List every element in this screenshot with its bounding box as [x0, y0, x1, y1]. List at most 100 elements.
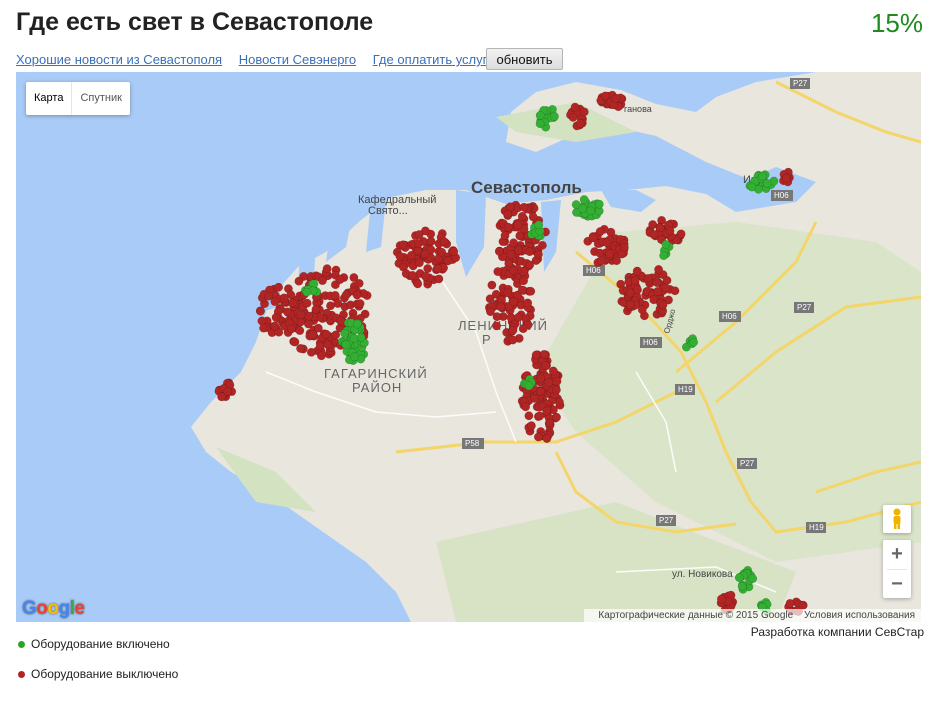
- marker-off[interactable]: [296, 344, 306, 353]
- marker-off[interactable]: [336, 316, 345, 326]
- marker-off[interactable]: [655, 223, 665, 233]
- marker-on[interactable]: [748, 574, 758, 584]
- marker-on[interactable]: [535, 119, 545, 129]
- marker-off[interactable]: [632, 266, 642, 276]
- marker-on[interactable]: [549, 111, 559, 121]
- marker-off[interactable]: [625, 300, 635, 310]
- marker-off[interactable]: [503, 288, 513, 298]
- marker-off[interactable]: [304, 311, 314, 321]
- marker-off[interactable]: [308, 330, 318, 340]
- marker-off[interactable]: [494, 246, 504, 256]
- marker-off[interactable]: [493, 267, 503, 277]
- marker-on[interactable]: [737, 582, 747, 591]
- marker-off[interactable]: [625, 288, 635, 298]
- marker-off[interactable]: [223, 387, 233, 396]
- marker-off[interactable]: [395, 251, 405, 261]
- marker-off[interactable]: [423, 264, 433, 274]
- marker-off[interactable]: [781, 173, 791, 183]
- marker-off[interactable]: [414, 258, 424, 268]
- map-type-satellite-button[interactable]: Спутник: [72, 82, 129, 115]
- marker-off[interactable]: [437, 247, 447, 257]
- marker-off[interactable]: [318, 276, 327, 286]
- marker-off[interactable]: [492, 321, 502, 331]
- marker-off[interactable]: [600, 91, 610, 101]
- marker-off[interactable]: [649, 230, 659, 240]
- marker-on[interactable]: [747, 182, 757, 192]
- marker-off[interactable]: [433, 264, 443, 274]
- marker-off[interactable]: [331, 330, 341, 340]
- marker-off[interactable]: [548, 366, 558, 376]
- marker-off[interactable]: [662, 275, 672, 285]
- marker-off[interactable]: [264, 291, 274, 301]
- marker-off[interactable]: [503, 209, 513, 219]
- link-payment[interactable]: Где оплатить услуги: [373, 52, 495, 67]
- marker-off[interactable]: [595, 227, 605, 237]
- marker-off[interactable]: [434, 274, 444, 284]
- marker-off[interactable]: [352, 290, 362, 300]
- marker-off[interactable]: [533, 432, 543, 442]
- marker-off[interactable]: [525, 260, 535, 270]
- marker-on[interactable]: [594, 199, 604, 209]
- marker-off[interactable]: [408, 270, 418, 280]
- marker-off[interactable]: [654, 265, 664, 274]
- marker-on[interactable]: [579, 195, 589, 205]
- marker-off[interactable]: [354, 278, 364, 288]
- marker-off[interactable]: [509, 297, 519, 307]
- marker-off[interactable]: [274, 282, 284, 292]
- marker-off[interactable]: [525, 247, 535, 257]
- marker-off[interactable]: [785, 598, 795, 608]
- marker-off[interactable]: [279, 293, 289, 303]
- street-view-pegman[interactable]: [883, 505, 911, 533]
- marker-off[interactable]: [500, 231, 510, 241]
- marker-off[interactable]: [341, 290, 351, 300]
- marker-off[interactable]: [534, 249, 543, 259]
- marker-on[interactable]: [524, 381, 534, 391]
- marker-off[interactable]: [496, 302, 506, 312]
- marker-off[interactable]: [716, 594, 726, 604]
- marker-on[interactable]: [758, 171, 768, 181]
- marker-on[interactable]: [578, 204, 588, 214]
- marker-off[interactable]: [486, 307, 495, 317]
- marker-off[interactable]: [355, 299, 365, 309]
- marker-off[interactable]: [296, 310, 306, 320]
- marker-off[interactable]: [653, 286, 663, 296]
- marker-off[interactable]: [503, 222, 513, 232]
- marker-off[interactable]: [414, 239, 423, 248]
- marker-off[interactable]: [508, 265, 518, 275]
- marker-off[interactable]: [526, 421, 536, 431]
- marker-on[interactable]: [586, 206, 595, 216]
- marker-off[interactable]: [330, 290, 340, 300]
- refresh-button[interactable]: обновить: [486, 48, 563, 70]
- marker-off[interactable]: [619, 242, 629, 252]
- marker-off[interactable]: [521, 402, 531, 412]
- marker-off[interactable]: [575, 119, 585, 128]
- marker-off[interactable]: [643, 273, 653, 283]
- marker-off[interactable]: [506, 249, 516, 259]
- marker-off[interactable]: [539, 349, 549, 359]
- marker-off[interactable]: [487, 280, 497, 290]
- marker-on[interactable]: [302, 287, 312, 297]
- marker-off[interactable]: [670, 286, 680, 296]
- marker-off[interactable]: [633, 285, 642, 295]
- terms-link[interactable]: Условия использования: [804, 610, 915, 621]
- marker-off[interactable]: [335, 275, 345, 285]
- marker-on[interactable]: [659, 251, 669, 261]
- zoom-out-button[interactable]: −: [883, 570, 911, 599]
- marker-off[interactable]: [302, 298, 312, 308]
- marker-off[interactable]: [316, 351, 326, 361]
- marker-off[interactable]: [398, 240, 408, 250]
- marker-on[interactable]: [356, 332, 366, 342]
- map-type-map-button[interactable]: Карта: [26, 82, 73, 115]
- marker-off[interactable]: [552, 412, 561, 422]
- marker-off[interactable]: [420, 249, 430, 259]
- marker-off[interactable]: [426, 236, 436, 246]
- marker-on[interactable]: [350, 352, 359, 362]
- marker-on[interactable]: [340, 328, 350, 338]
- marker-off[interactable]: [508, 325, 518, 335]
- marker-off[interactable]: [306, 347, 316, 357]
- marker-on[interactable]: [762, 178, 772, 188]
- marker-off[interactable]: [596, 256, 606, 266]
- zoom-in-button[interactable]: +: [883, 540, 911, 569]
- marker-off[interactable]: [551, 385, 561, 395]
- link-good-news[interactable]: Хорошие новости из Севастополя: [16, 52, 222, 67]
